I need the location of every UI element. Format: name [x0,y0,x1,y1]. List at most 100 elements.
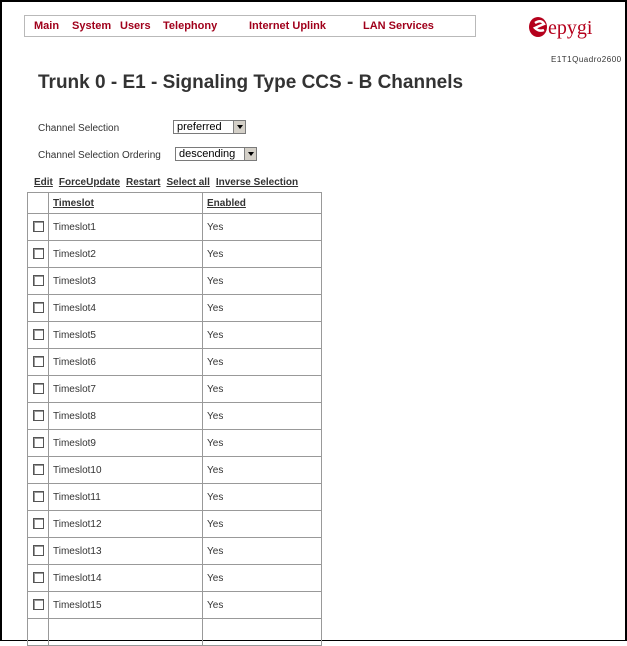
timeslot-cell: Timeslot3 [48,267,203,295]
row-checkbox-cell [27,456,49,484]
timeslot-cell: Timeslot13 [48,537,203,565]
row-checkbox[interactable] [32,248,44,260]
row-checkbox-cell [27,321,49,349]
row-checkbox[interactable] [32,383,44,395]
row-checkbox-cell [27,348,49,376]
row-checkbox[interactable] [32,329,44,341]
row-checkbox-cell [27,240,49,268]
action-links: Edit ForceUpdate Restart Select all Inverse … [34,177,304,188]
timeslot-cell: Timeslot8 [48,402,203,430]
row-checkbox[interactable] [32,518,44,530]
enabled-cell: Yes [202,240,322,268]
timeslot-cell: Timeslot10 [48,456,203,484]
enabled-cell: Yes [202,537,322,565]
enabled-cell: Yes [202,402,322,430]
row-checkbox-cell [27,429,49,457]
enabled-cell: Yes [202,564,322,592]
row-checkbox[interactable] [32,572,44,584]
enabled-cell: Yes [202,483,322,511]
row-checkbox-cell [27,267,49,295]
edit-link[interactable]: Edit [34,177,53,188]
chevron-down-icon[interactable] [244,148,256,160]
menu-item-main[interactable]: Main [34,20,59,32]
timeslot-cell: Timeslot14 [48,564,203,592]
row-checkbox-cell [27,213,49,241]
row-checkbox[interactable] [32,275,44,287]
row-checkbox[interactable] [32,599,44,611]
page-title: Trunk 0 - E1 - Signaling Type CCS - B Ch… [38,72,464,93]
row-checkbox[interactable] [32,437,44,449]
enabled-cell: Yes [202,348,322,376]
menu-item-internet-uplink[interactable]: Internet Uplink [249,20,326,32]
row-checkbox[interactable] [32,221,44,233]
timeslot-cell: Timeslot9 [48,429,203,457]
chevron-down-icon[interactable] [233,121,245,133]
table-header-row: Timeslot Enabled [27,192,322,214]
row-checkbox[interactable] [32,410,44,422]
row-checkbox[interactable] [32,302,44,314]
header-enabled[interactable]: Enabled [202,192,322,214]
row-checkbox[interactable] [32,356,44,368]
row-checkbox-cell [27,483,49,511]
row-checkbox-cell [27,537,49,565]
enabled-cell: Yes [202,321,322,349]
row-checkbox-cell [27,402,49,430]
channel-selection-value: preferred [177,121,222,133]
row-checkbox[interactable] [32,545,44,557]
enabled-cell: Yes [202,267,322,295]
enabled-cell: Yes [202,213,322,241]
table-row: Timeslot9 Yes [27,429,322,457]
timeslot-cell: Timeslot2 [48,240,203,268]
row-checkbox[interactable] [32,491,44,503]
header-timeslot[interactable]: Timeslot [48,192,203,214]
table-row: Timeslot4 Yes [27,294,322,322]
table-row: Timeslot5 Yes [27,321,322,349]
force-update-link[interactable]: ForceUpdate [59,177,120,188]
timeslot-cell: Timeslot11 [48,483,203,511]
menu-item-users[interactable]: Users [120,20,151,32]
table-row: Timeslot2 Yes [27,240,322,268]
epygi-logo: epygi E1T1Quadro2600 [527,14,621,64]
menu-item-telephony[interactable]: Telephony [163,20,217,32]
table-row: Timeslot6 Yes [27,348,322,376]
ordering-select[interactable]: descending [175,147,257,161]
row-checkbox-cell [27,375,49,403]
channel-selection-select[interactable]: preferred [173,120,246,134]
enabled-cell: Yes [202,375,322,403]
timeslot-cell: Timeslot12 [48,510,203,538]
svg-text:epygi: epygi [548,17,593,39]
row-checkbox[interactable] [32,464,44,476]
enabled-cell: Yes [202,591,322,619]
menu-item-lan-services[interactable]: LAN Services [363,20,434,32]
timeslot-cell: Timeslot1 [48,213,203,241]
timeslot-cell: Timeslot6 [48,348,203,376]
enabled-cell: Yes [202,294,322,322]
row-checkbox-cell [27,591,49,619]
ordering-value: descending [179,148,236,160]
enabled-cell: Yes [202,456,322,484]
table-row: Timeslot7 Yes [27,375,322,403]
row-checkbox-cell [27,294,49,322]
timeslot-cell: Timeslot7 [48,375,203,403]
enabled-cell: Yes [202,429,322,457]
channel-selection-label: Channel Selection [38,123,120,134]
table-row: Timeslot15 Yes [27,591,322,619]
table-row: Timeslot13 Yes [27,537,322,565]
row-checkbox-cell [27,510,49,538]
table-row: Timeslot14 Yes [27,564,322,592]
inverse-selection-link[interactable]: Inverse Selection [216,177,298,188]
table-row: Timeslot10 Yes [27,456,322,484]
menu-item-system[interactable]: System [72,20,111,32]
timeslot-cell: Timeslot5 [48,321,203,349]
ordering-label: Channel Selection Ordering [38,150,161,161]
timeslot-table: Timeslot Enabled Timeslot1 Yes Timeslot2 Ye… [27,192,322,646]
row-checkbox-cell [27,564,49,592]
epygi-logo-mark: epygi [529,17,593,39]
timeslot-cell: Timeslot15 [48,591,203,619]
select-all-link[interactable]: Select all [166,177,209,188]
table-row: Timeslot11 Yes [27,483,322,511]
table-row: Timeslot3 Yes [27,267,322,295]
restart-link[interactable]: Restart [126,177,160,188]
timeslot-cell: Timeslot4 [48,294,203,322]
enabled-cell: Yes [202,510,322,538]
